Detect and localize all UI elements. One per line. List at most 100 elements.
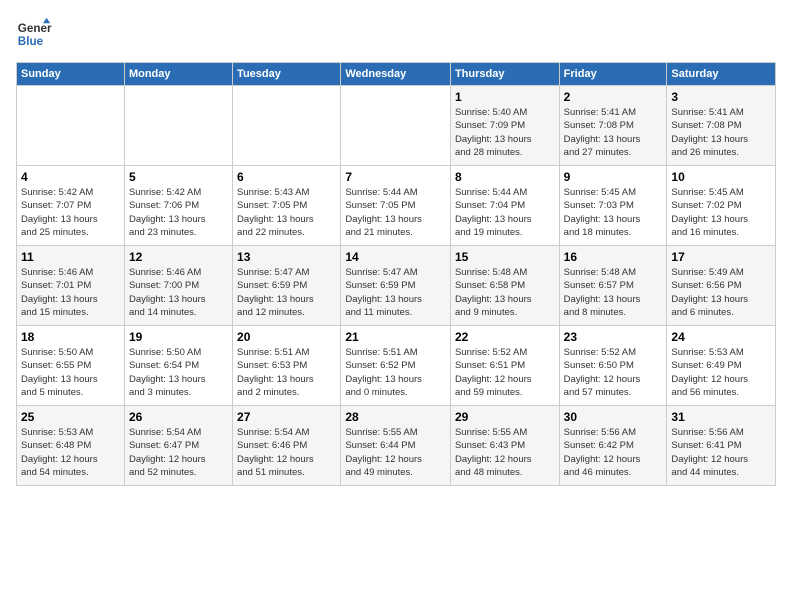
day-number: 6 — [237, 170, 336, 184]
calendar-cell: 8 Sunrise: 5:44 AM Sunset: 7:04 PM Daylig… — [450, 166, 559, 246]
calendar-table: SundayMondayTuesdayWednesdayThursdayFrid… — [16, 62, 776, 486]
calendar-cell: 20 Sunrise: 5:51 AM Sunset: 6:53 PM Dayli… — [233, 326, 341, 406]
day-info: Sunrise: 5:46 AM Sunset: 7:01 PM Dayligh… — [21, 266, 120, 319]
calendar-week-2: 4 Sunrise: 5:42 AM Sunset: 7:07 PM Daylig… — [17, 166, 776, 246]
day-info: Sunrise: 5:51 AM Sunset: 6:53 PM Dayligh… — [237, 346, 336, 399]
day-info: Sunrise: 5:53 AM Sunset: 6:48 PM Dayligh… — [21, 426, 120, 479]
calendar-cell: 12 Sunrise: 5:46 AM Sunset: 7:00 PM Dayli… — [124, 246, 232, 326]
calendar-cell: 6 Sunrise: 5:43 AM Sunset: 7:05 PM Daylig… — [233, 166, 341, 246]
day-info: Sunrise: 5:50 AM Sunset: 6:55 PM Dayligh… — [21, 346, 120, 399]
day-number: 20 — [237, 330, 336, 344]
day-number: 21 — [345, 330, 446, 344]
day-number: 5 — [129, 170, 228, 184]
day-info: Sunrise: 5:48 AM Sunset: 6:57 PM Dayligh… — [564, 266, 663, 319]
calendar-cell: 16 Sunrise: 5:48 AM Sunset: 6:57 PM Dayli… — [559, 246, 667, 326]
day-number: 3 — [671, 90, 771, 104]
day-number: 9 — [564, 170, 663, 184]
day-info: Sunrise: 5:55 AM Sunset: 6:44 PM Dayligh… — [345, 426, 446, 479]
calendar-cell: 28 Sunrise: 5:55 AM Sunset: 6:44 PM Dayli… — [341, 406, 451, 486]
day-number: 7 — [345, 170, 446, 184]
calendar-cell: 10 Sunrise: 5:45 AM Sunset: 7:02 PM Dayli… — [667, 166, 776, 246]
weekday-header-thursday: Thursday — [450, 63, 559, 86]
calendar-cell: 27Sunrise: 5:54 AM Sunset: 6:46 PM Dayli… — [233, 406, 341, 486]
weekday-header-tuesday: Tuesday — [233, 63, 341, 86]
calendar-week-5: 25Sunrise: 5:53 AM Sunset: 6:48 PM Dayli… — [17, 406, 776, 486]
svg-text:Blue: Blue — [18, 35, 44, 48]
calendar-cell: 13 Sunrise: 5:47 AM Sunset: 6:59 PM Dayli… — [233, 246, 341, 326]
day-number: 4 — [21, 170, 120, 184]
calendar-cell — [233, 86, 341, 166]
day-number: 18 — [21, 330, 120, 344]
calendar-cell: 31Sunrise: 5:56 AM Sunset: 6:41 PM Dayli… — [667, 406, 776, 486]
day-number: 19 — [129, 330, 228, 344]
calendar-cell: 17 Sunrise: 5:49 AM Sunset: 6:56 PM Dayli… — [667, 246, 776, 326]
day-number: 15 — [455, 250, 555, 264]
calendar-cell: 19 Sunrise: 5:50 AM Sunset: 6:54 PM Dayli… — [124, 326, 232, 406]
day-info: Sunrise: 5:47 AM Sunset: 6:59 PM Dayligh… — [345, 266, 446, 319]
calendar-cell: 23 Sunrise: 5:52 AM Sunset: 6:50 PM Dayli… — [559, 326, 667, 406]
day-info: Sunrise: 5:50 AM Sunset: 6:54 PM Dayligh… — [129, 346, 228, 399]
day-number: 16 — [564, 250, 663, 264]
day-number: 24 — [671, 330, 771, 344]
calendar-week-3: 11 Sunrise: 5:46 AM Sunset: 7:01 PM Dayli… — [17, 246, 776, 326]
logo: General Blue — [16, 16, 52, 52]
day-number: 23 — [564, 330, 663, 344]
day-number: 31 — [671, 410, 771, 424]
weekday-header-friday: Friday — [559, 63, 667, 86]
day-number: 17 — [671, 250, 771, 264]
day-number: 10 — [671, 170, 771, 184]
calendar-week-1: 1 Sunrise: 5:40 AM Sunset: 7:09 PM Daylig… — [17, 86, 776, 166]
calendar-week-4: 18 Sunrise: 5:50 AM Sunset: 6:55 PM Dayli… — [17, 326, 776, 406]
calendar-cell: 15 Sunrise: 5:48 AM Sunset: 6:58 PM Dayli… — [450, 246, 559, 326]
day-info: Sunrise: 5:43 AM Sunset: 7:05 PM Dayligh… — [237, 186, 336, 239]
calendar-cell: 21 Sunrise: 5:51 AM Sunset: 6:52 PM Dayli… — [341, 326, 451, 406]
calendar-cell: 11 Sunrise: 5:46 AM Sunset: 7:01 PM Dayli… — [17, 246, 125, 326]
calendar-cell — [341, 86, 451, 166]
day-info: Sunrise: 5:52 AM Sunset: 6:50 PM Dayligh… — [564, 346, 663, 399]
day-info: Sunrise: 5:48 AM Sunset: 6:58 PM Dayligh… — [455, 266, 555, 319]
day-info: Sunrise: 5:46 AM Sunset: 7:00 PM Dayligh… — [129, 266, 228, 319]
calendar-cell: 7 Sunrise: 5:44 AM Sunset: 7:05 PM Daylig… — [341, 166, 451, 246]
day-info: Sunrise: 5:54 AM Sunset: 6:46 PM Dayligh… — [237, 426, 336, 479]
calendar-cell: 25Sunrise: 5:53 AM Sunset: 6:48 PM Dayli… — [17, 406, 125, 486]
calendar-cell: 9Sunrise: 5:45 AM Sunset: 7:03 PM Daylig… — [559, 166, 667, 246]
day-number: 28 — [345, 410, 446, 424]
day-number: 11 — [21, 250, 120, 264]
day-info: Sunrise: 5:53 AM Sunset: 6:49 PM Dayligh… — [671, 346, 771, 399]
day-number: 1 — [455, 90, 555, 104]
day-number: 13 — [237, 250, 336, 264]
day-info: Sunrise: 5:40 AM Sunset: 7:09 PM Dayligh… — [455, 106, 555, 159]
calendar-cell: 5 Sunrise: 5:42 AM Sunset: 7:06 PM Daylig… — [124, 166, 232, 246]
day-info: Sunrise: 5:45 AM Sunset: 7:02 PM Dayligh… — [671, 186, 771, 239]
day-info: Sunrise: 5:44 AM Sunset: 7:04 PM Dayligh… — [455, 186, 555, 239]
day-info: Sunrise: 5:41 AM Sunset: 7:08 PM Dayligh… — [671, 106, 771, 159]
day-number: 8 — [455, 170, 555, 184]
day-number: 12 — [129, 250, 228, 264]
calendar-cell: 1 Sunrise: 5:40 AM Sunset: 7:09 PM Daylig… — [450, 86, 559, 166]
day-number: 14 — [345, 250, 446, 264]
calendar-cell: 30 Sunrise: 5:56 AM Sunset: 6:42 PM Dayli… — [559, 406, 667, 486]
calendar-cell: 24 Sunrise: 5:53 AM Sunset: 6:49 PM Dayli… — [667, 326, 776, 406]
calendar-cell: 29Sunrise: 5:55 AM Sunset: 6:43 PM Dayli… — [450, 406, 559, 486]
weekday-header-saturday: Saturday — [667, 63, 776, 86]
calendar-cell: 2Sunrise: 5:41 AM Sunset: 7:08 PM Daylig… — [559, 86, 667, 166]
day-info: Sunrise: 5:51 AM Sunset: 6:52 PM Dayligh… — [345, 346, 446, 399]
calendar-cell: 26 Sunrise: 5:54 AM Sunset: 6:47 PM Dayli… — [124, 406, 232, 486]
day-info: Sunrise: 5:47 AM Sunset: 6:59 PM Dayligh… — [237, 266, 336, 319]
day-number: 30 — [564, 410, 663, 424]
day-info: Sunrise: 5:55 AM Sunset: 6:43 PM Dayligh… — [455, 426, 555, 479]
day-info: Sunrise: 5:44 AM Sunset: 7:05 PM Dayligh… — [345, 186, 446, 239]
day-number: 2 — [564, 90, 663, 104]
day-info: Sunrise: 5:52 AM Sunset: 6:51 PM Dayligh… — [455, 346, 555, 399]
day-info: Sunrise: 5:56 AM Sunset: 6:42 PM Dayligh… — [564, 426, 663, 479]
day-number: 26 — [129, 410, 228, 424]
weekday-header-sunday: Sunday — [17, 63, 125, 86]
day-info: Sunrise: 5:42 AM Sunset: 7:07 PM Dayligh… — [21, 186, 120, 239]
calendar-cell: 4 Sunrise: 5:42 AM Sunset: 7:07 PM Daylig… — [17, 166, 125, 246]
day-info: Sunrise: 5:42 AM Sunset: 7:06 PM Dayligh… — [129, 186, 228, 239]
page-header: General Blue — [16, 16, 776, 52]
calendar-cell — [124, 86, 232, 166]
day-info: Sunrise: 5:49 AM Sunset: 6:56 PM Dayligh… — [671, 266, 771, 319]
day-info: Sunrise: 5:54 AM Sunset: 6:47 PM Dayligh… — [129, 426, 228, 479]
calendar-cell: 14 Sunrise: 5:47 AM Sunset: 6:59 PM Dayli… — [341, 246, 451, 326]
